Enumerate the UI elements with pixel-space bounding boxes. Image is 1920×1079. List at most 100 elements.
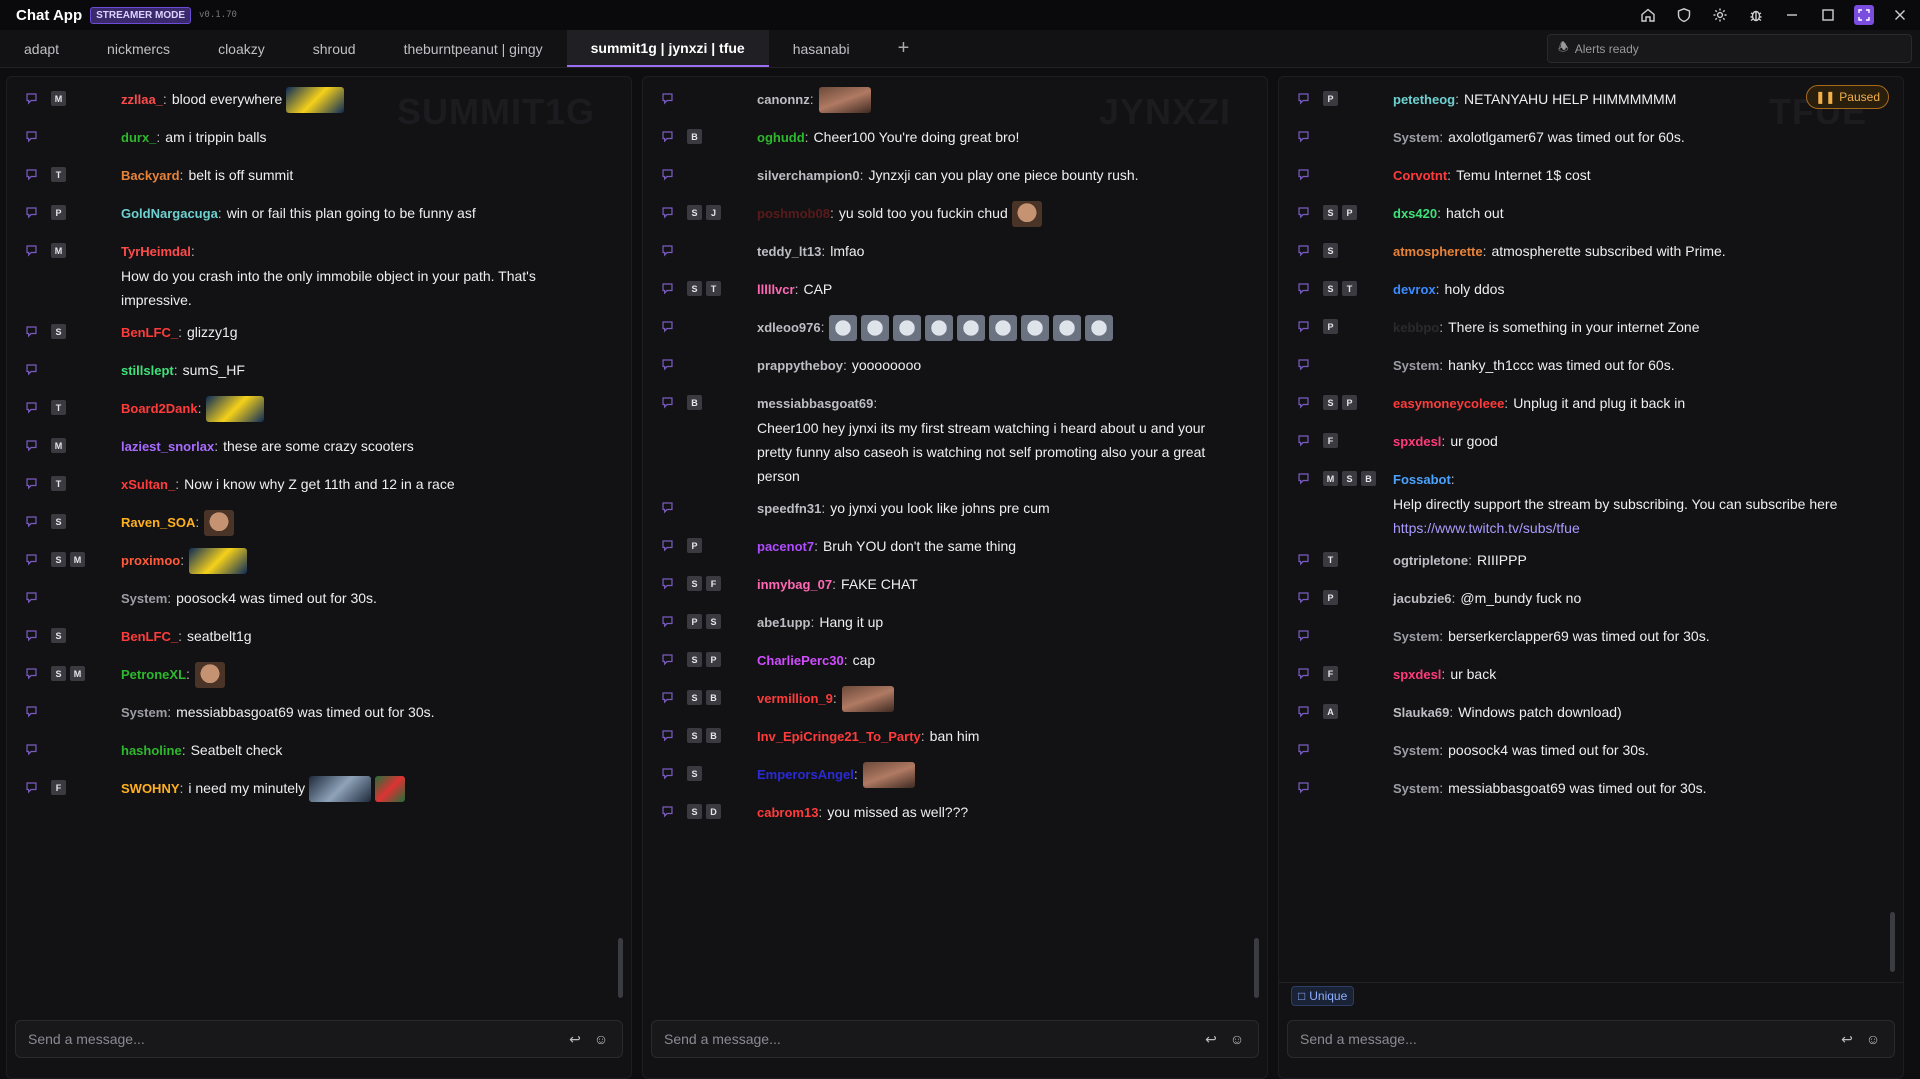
- username[interactable]: spxdesl: [1393, 434, 1441, 449]
- username[interactable]: canonnz: [757, 92, 810, 107]
- username[interactable]: oghudd: [757, 130, 805, 145]
- reply-icon[interactable]: [1293, 125, 1313, 147]
- username[interactable]: poshmob08: [757, 206, 830, 221]
- username[interactable]: xdleoo976: [757, 320, 821, 335]
- username[interactable]: inmybag_07: [757, 577, 832, 592]
- reply-icon[interactable]: [1293, 548, 1313, 570]
- username[interactable]: ogtripletone: [1393, 553, 1468, 568]
- emote-image[interactable]: [818, 87, 871, 114]
- emote-image[interactable]: [309, 776, 372, 803]
- minimize-icon[interactable]: [1782, 5, 1802, 25]
- tab-theburntpeanut-gingy[interactable]: theburntpeanut | gingy: [380, 30, 567, 67]
- emote-image[interactable]: [957, 315, 986, 342]
- reply-icon[interactable]: [21, 163, 41, 185]
- emote-image[interactable]: [1085, 315, 1114, 342]
- emote-image[interactable]: [841, 686, 894, 713]
- reply-icon[interactable]: [657, 724, 677, 746]
- reply-icon[interactable]: [657, 762, 677, 784]
- reply-icon[interactable]: [657, 496, 677, 518]
- reply-icon[interactable]: [21, 239, 41, 261]
- username[interactable]: devrox: [1393, 282, 1436, 297]
- username[interactable]: abe1upp: [757, 615, 810, 630]
- tab-shroud[interactable]: shroud: [289, 30, 380, 67]
- message-input[interactable]: Send a message... ↩ ☺: [15, 1020, 623, 1058]
- reply-icon[interactable]: [1293, 315, 1313, 337]
- emote-image[interactable]: [375, 776, 406, 803]
- username[interactable]: Inv_EpiCringe21_To_Party: [757, 729, 921, 744]
- username[interactable]: CharliePerc30: [757, 653, 844, 668]
- username[interactable]: lllllvcr: [757, 282, 795, 297]
- reply-icon[interactable]: [1293, 776, 1313, 798]
- username[interactable]: zzllaa_: [121, 92, 163, 107]
- username[interactable]: speedfn31: [757, 501, 821, 516]
- reply-icon[interactable]: [21, 586, 41, 608]
- username[interactable]: prappytheboy: [757, 358, 843, 373]
- username[interactable]: stillslept: [121, 363, 174, 378]
- layout-icon[interactable]: [1854, 5, 1874, 25]
- username[interactable]: laziest_snorlax: [121, 439, 214, 454]
- reply-icon[interactable]: [657, 534, 677, 556]
- add-tab-button[interactable]: +: [874, 30, 934, 67]
- message-input[interactable]: Send a message... ↩ ☺: [651, 1020, 1259, 1058]
- scrollbar[interactable]: [1890, 87, 1895, 972]
- reply-icon[interactable]: [21, 125, 41, 147]
- reply-icon[interactable]: [1293, 239, 1313, 261]
- username[interactable]: proximoo: [121, 553, 180, 568]
- unique-filter-button[interactable]: □ Unique: [1291, 985, 1355, 1006]
- message-list[interactable]: Mzzllaa_: blood everywhere durx_: am i trip…: [7, 77, 631, 1008]
- reply-icon[interactable]: [1293, 662, 1313, 684]
- home-icon[interactable]: [1638, 5, 1658, 25]
- emote-image[interactable]: [861, 315, 890, 342]
- reply-icon[interactable]: [21, 396, 41, 418]
- reply-icon[interactable]: [1293, 467, 1313, 489]
- reply-icon[interactable]: [657, 391, 677, 413]
- username[interactable]: SWOHNY: [121, 781, 180, 796]
- reply-icon[interactable]: [21, 358, 41, 380]
- scroll-thumb[interactable]: [1254, 938, 1259, 998]
- reply-icon[interactable]: [21, 87, 41, 109]
- scrollbar[interactable]: [618, 87, 623, 998]
- reply-icon[interactable]: [1293, 429, 1313, 451]
- username[interactable]: spxdesl: [1393, 667, 1441, 682]
- username[interactable]: kebbpo: [1393, 320, 1439, 335]
- tab-summit1g-jynxzi-tfue[interactable]: summit1g | jynxzi | tfue: [566, 30, 769, 67]
- tab-cloakzy[interactable]: cloakzy: [194, 30, 289, 67]
- reply-icon[interactable]: [21, 624, 41, 646]
- username[interactable]: Corvotnt: [1393, 168, 1447, 183]
- username[interactable]: Slauka69: [1393, 705, 1449, 720]
- username[interactable]: vermillion_9: [757, 691, 833, 706]
- emote-image[interactable]: [206, 396, 265, 423]
- username[interactable]: cabrom13: [757, 805, 818, 820]
- emote-image[interactable]: [1053, 315, 1082, 342]
- emoji-icon[interactable]: ☺: [592, 1030, 610, 1048]
- reply-icon[interactable]: [657, 610, 677, 632]
- close-icon[interactable]: [1890, 5, 1910, 25]
- emote-image[interactable]: [194, 662, 225, 689]
- username[interactable]: messiabbasgoat69: [757, 396, 873, 411]
- reply-icon[interactable]: [21, 472, 41, 494]
- reply-icon[interactable]: [21, 434, 41, 456]
- emote-image[interactable]: [893, 315, 922, 342]
- reply-icon[interactable]: [657, 353, 677, 375]
- reply-icon[interactable]: [21, 776, 41, 798]
- username[interactable]: Board2Dank: [121, 401, 198, 416]
- reply-icon[interactable]: [1293, 700, 1313, 722]
- emoji-icon[interactable]: ☺: [1228, 1030, 1246, 1048]
- paused-badge[interactable]: ❚❚ Paused: [1806, 85, 1889, 109]
- username[interactable]: BenLFC_: [121, 629, 178, 644]
- scrollbar[interactable]: [1254, 87, 1259, 998]
- username[interactable]: petetheog: [1393, 92, 1455, 107]
- reply-icon[interactable]: [657, 315, 677, 337]
- emote-image[interactable]: [989, 315, 1018, 342]
- tab-adapt[interactable]: adapt: [0, 30, 83, 67]
- username[interactable]: Fossabot: [1393, 472, 1451, 487]
- emote-image[interactable]: [204, 510, 235, 537]
- reply-icon[interactable]: [1293, 624, 1313, 646]
- gear-icon[interactable]: [1710, 5, 1730, 25]
- reply-icon[interactable]: [21, 548, 41, 570]
- emote-image[interactable]: [862, 762, 915, 789]
- username[interactable]: jacubzie6: [1393, 591, 1452, 606]
- reply-icon[interactable]: [1293, 87, 1313, 109]
- reply-arrow-icon[interactable]: ↩: [1202, 1030, 1220, 1048]
- scroll-thumb[interactable]: [1890, 912, 1895, 972]
